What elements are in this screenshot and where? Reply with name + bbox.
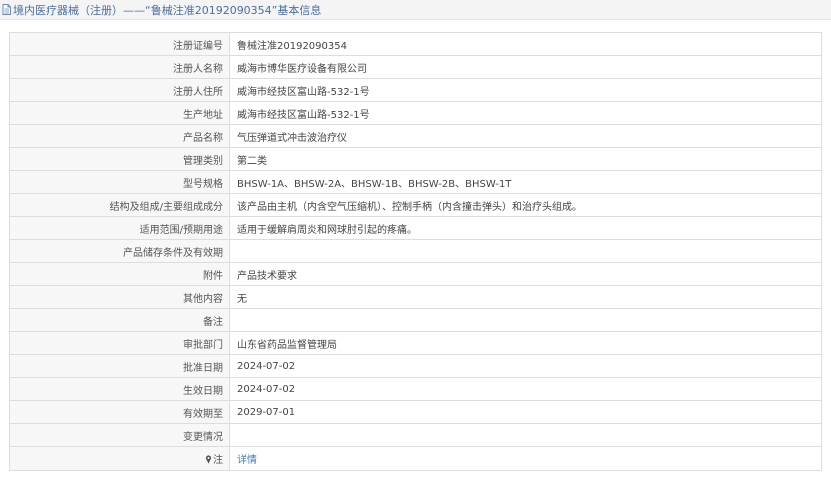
field-value: 鲁械注准20192090354 xyxy=(229,32,822,56)
table-row: 产品储存条件及有效期 xyxy=(9,239,822,263)
field-label: 产品名称 xyxy=(9,124,230,148)
page-title: 境内医疗器械（注册）——“鲁械注准20192090354”基本信息 xyxy=(13,3,322,17)
field-value: 威海市经技区富山路-532-1号 xyxy=(229,78,822,102)
field-label: 有效期至 xyxy=(9,400,230,424)
field-label: 注册人名称 xyxy=(9,55,230,79)
table-row: 生效日期 2024-07-02 xyxy=(9,377,822,401)
field-value: 2024-07-02 xyxy=(229,354,822,378)
field-value: 第二类 xyxy=(229,147,822,171)
field-value: 2024-07-02 xyxy=(229,377,822,401)
field-value: 该产品由主机（内含空气压缩机）、控制手柄（内含撞击弹头）和治疗头组成。 xyxy=(229,193,822,217)
field-label: 生效日期 xyxy=(9,377,230,401)
details-link[interactable]: 详情 xyxy=(237,455,257,466)
field-label: 生产地址 xyxy=(9,101,230,125)
field-value-note: 详情 xyxy=(229,446,822,471)
field-label-note: 注 xyxy=(9,446,230,471)
field-value: 无 xyxy=(229,285,822,309)
field-value xyxy=(229,308,822,332)
field-value: BHSW-1A、BHSW-2A、BHSW-1B、BHSW-2B、BHSW-1T xyxy=(229,170,822,194)
table-row-note: 注 详情 xyxy=(9,446,822,471)
field-label: 其他内容 xyxy=(9,285,230,309)
field-label: 结构及组成/主要组成成分 xyxy=(9,193,230,217)
table-row: 审批部门 山东省药品监督管理局 xyxy=(9,331,822,355)
basic-info-table: 注册证编号 鲁械注准20192090354 注册人名称 威海市博华医疗设备有限公司 注册… xyxy=(9,32,822,471)
page-header: 境内医疗器械（注册）——“鲁械注准20192090354”基本信息 xyxy=(0,0,831,20)
document-icon xyxy=(2,4,11,15)
field-label: 型号规格 xyxy=(9,170,230,194)
table-row: 生产地址 威海市经技区富山路-532-1号 xyxy=(9,101,822,125)
field-label: 管理类别 xyxy=(9,147,230,171)
pin-icon xyxy=(205,455,212,464)
field-label: 变更情况 xyxy=(9,423,230,447)
field-value: 2029-07-01 xyxy=(229,400,822,424)
field-value: 气压弹道式冲击波治疗仪 xyxy=(229,124,822,148)
table-row: 型号规格 BHSW-1A、BHSW-2A、BHSW-1B、BHSW-2B、BHSW… xyxy=(9,170,822,194)
field-value xyxy=(229,239,822,263)
field-label: 批准日期 xyxy=(9,354,230,378)
table-row: 变更情况 xyxy=(9,423,822,447)
table-row: 其他内容无 xyxy=(9,285,822,309)
field-label: 注册证编号 xyxy=(9,32,230,56)
table-row: 注册人名称 威海市博华医疗设备有限公司 xyxy=(9,55,822,79)
field-label: 审批部门 xyxy=(9,331,230,355)
table-row: 附件 产品技术要求 xyxy=(9,262,822,286)
note-label: 注 xyxy=(213,455,223,466)
field-label: 产品储存条件及有效期 xyxy=(9,239,230,263)
table-row: 注册证编号 鲁械注准20192090354 xyxy=(9,32,822,56)
field-label: 备注 xyxy=(9,308,230,332)
table-row: 产品名称 气压弹道式冲击波治疗仪 xyxy=(9,124,822,148)
table-row: 备注 xyxy=(9,308,822,332)
field-label: 附件 xyxy=(9,262,230,286)
field-value: 威海市经技区富山路-532-1号 xyxy=(229,101,822,125)
table-row: 适用范围/预期用途 适用于缓解肩周炎和网球肘引起的疼痛。 xyxy=(9,216,822,240)
table-row: 有效期至 2029-07-01 xyxy=(9,400,822,424)
field-value: 产品技术要求 xyxy=(229,262,822,286)
field-value: 威海市博华医疗设备有限公司 xyxy=(229,55,822,79)
field-value: 适用于缓解肩周炎和网球肘引起的疼痛。 xyxy=(229,216,822,240)
table-row: 结构及组成/主要组成成分 该产品由主机（内含空气压缩机）、控制手柄（内含撞击弹头）… xyxy=(9,193,822,217)
table-row: 注册人住所 威海市经技区富山路-532-1号 xyxy=(9,78,822,102)
field-value: 山东省药品监督管理局 xyxy=(229,331,822,355)
field-label: 注册人住所 xyxy=(9,78,230,102)
table-row: 批准日期 2024-07-02 xyxy=(9,354,822,378)
field-label: 适用范围/预期用途 xyxy=(9,216,230,240)
field-value xyxy=(229,423,822,447)
table-row: 管理类别 第二类 xyxy=(9,147,822,171)
